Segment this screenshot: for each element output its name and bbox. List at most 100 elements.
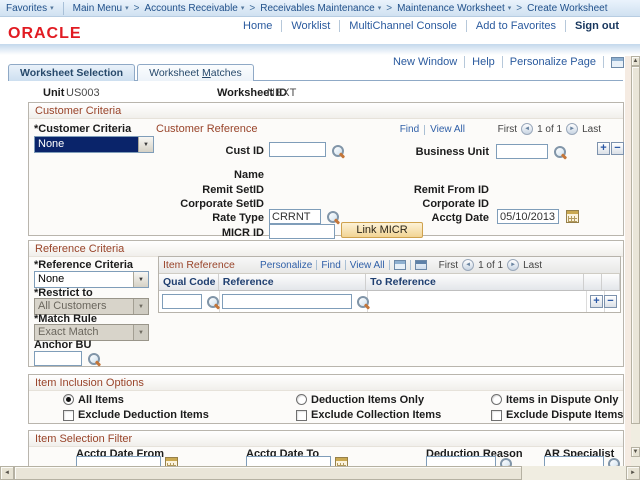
scroll-left-button[interactable]: ◄ (0, 466, 14, 480)
micr-id-input[interactable] (269, 224, 335, 239)
multichannel-console-link[interactable]: MultiChannel Console (340, 20, 467, 32)
tab-label: Worksheet Selection (20, 67, 123, 79)
reference-criteria-label: *Reference Criteria (34, 259, 133, 271)
exclude-dispute-items-label: Exclude Dispute Items (506, 409, 623, 421)
copy-url-icon[interactable] (611, 57, 624, 68)
exclude-deduction-items-checkbox[interactable] (63, 410, 74, 421)
business-unit-input[interactable] (496, 144, 548, 159)
scroll-up-button[interactable]: ▲ (631, 56, 640, 66)
next-row-icon[interactable]: ► (566, 123, 578, 135)
reference-criteria-select[interactable]: None ▼ (34, 271, 149, 288)
help-link[interactable]: Help (465, 56, 503, 68)
view-all-link[interactable]: View All (430, 124, 465, 135)
last-link[interactable]: Last (582, 124, 601, 135)
personalize-page-link[interactable]: Personalize Page (503, 56, 604, 68)
exclude-dispute-items-checkbox[interactable] (491, 410, 502, 421)
worksheet-id-value: NEXT (267, 87, 296, 99)
anchor-bu-input[interactable] (34, 351, 82, 366)
add-row-button[interactable]: + (597, 142, 610, 155)
page-action-bar: New Window Help Personalize Page (386, 56, 624, 68)
horizontal-scrollbar[interactable]: ◄ ► (0, 466, 640, 480)
acctg-date-label: Acctg Date (432, 212, 489, 224)
next-row-icon[interactable]: ► (507, 259, 519, 271)
breadcrumb-main-menu[interactable]: Main Menu ▾ (73, 3, 129, 14)
exclude-collection-items-label: Exclude Collection Items (311, 409, 441, 421)
cust-id-input[interactable] (269, 142, 326, 157)
divider (63, 2, 64, 15)
cust-id-lookup-icon[interactable] (331, 144, 345, 158)
micr-id-label: MICR ID (222, 227, 264, 239)
delete-row-button[interactable]: − (611, 142, 624, 155)
deduction-items-only-radio[interactable] (296, 394, 307, 405)
business-unit-label: Business Unit (416, 146, 489, 158)
reference-criteria-title: Reference Criteria (29, 241, 623, 257)
divider (345, 260, 346, 270)
breadcrumb-label: Create Worksheet (527, 3, 607, 14)
column-header-blank (584, 274, 602, 290)
scroll-right-button[interactable]: ► (626, 466, 640, 480)
find-link[interactable]: Find (400, 124, 419, 135)
breadcrumb-receivables-maintenance[interactable]: Receivables Maintenance ▾ (260, 3, 381, 14)
reference-lookup-icon[interactable] (356, 295, 370, 309)
breadcrumb-accounts-receivable[interactable]: Accounts Receivable ▾ (144, 3, 244, 14)
new-window-link[interactable]: New Window (386, 56, 465, 68)
previous-row-icon[interactable]: ◄ (462, 259, 474, 271)
item-selection-filter-groupbox: Item Selection Filter Acctg Date From Ac… (28, 430, 624, 467)
view-all-link[interactable]: View All (350, 260, 385, 271)
exclude-collection-items-checkbox[interactable] (296, 410, 307, 421)
unit-label: Unit (43, 87, 64, 99)
customer-reference-findbar: Find View All (400, 124, 465, 135)
home-link[interactable]: Home (234, 20, 282, 32)
first-link[interactable]: First (498, 124, 517, 135)
breadcrumb-maintenance-worksheet[interactable]: Maintenance Worksheet ▾ (397, 3, 511, 14)
business-unit-lookup-icon[interactable] (553, 145, 567, 159)
anchor-bu-lookup-icon[interactable] (87, 352, 101, 366)
qual-code-lookup-icon[interactable] (206, 295, 220, 309)
vertical-scroll-thumb[interactable] (631, 66, 640, 424)
exclude-deduction-items-label: Exclude Deduction Items (78, 409, 209, 421)
acctg-date-calendar-icon[interactable] (566, 210, 579, 223)
qual-code-input[interactable] (162, 294, 202, 309)
unit-value: US003 (66, 87, 100, 99)
add-to-favorites-link[interactable]: Add to Favorites (467, 20, 566, 32)
breadcrumb-label: Main Menu (73, 3, 122, 14)
sign-out-link[interactable]: Sign out (566, 20, 628, 32)
rate-type-input[interactable] (269, 209, 321, 224)
acctg-date-input[interactable] (497, 209, 559, 224)
grid-navigation-bar: Item Reference Personalize Find View All… (159, 257, 620, 274)
first-link[interactable]: First (439, 260, 458, 271)
worklist-link[interactable]: Worklist (282, 20, 340, 32)
select-value: Exact Match (35, 325, 133, 340)
last-link[interactable]: Last (523, 260, 542, 271)
select-arrow-icon: ▼ (133, 325, 148, 340)
all-items-radio[interactable] (63, 394, 74, 405)
delete-row-button[interactable]: − (604, 295, 617, 308)
download-grid-icon[interactable] (415, 260, 427, 270)
previous-row-icon[interactable]: ◄ (521, 123, 533, 135)
personalize-link[interactable]: Personalize (260, 260, 312, 271)
breadcrumb-label: Receivables Maintenance (260, 3, 375, 14)
scroll-down-button[interactable]: ▼ (631, 447, 640, 457)
items-in-dispute-only-radio[interactable] (491, 394, 502, 405)
zoom-grid-icon[interactable] (394, 260, 406, 270)
rate-type-lookup-icon[interactable] (326, 210, 340, 224)
grid-column-headers: Qual Code Reference To Reference (159, 274, 620, 291)
horizontal-scroll-thumb[interactable] (14, 466, 522, 480)
customer-criteria-select[interactable]: None ▼ (34, 136, 154, 153)
link-micr-button[interactable]: Link MICR (341, 222, 423, 238)
tab-worksheet-matches[interactable]: Worksheet Matches (137, 64, 254, 81)
tab-worksheet-selection[interactable]: Worksheet Selection (8, 64, 135, 81)
vertical-scrollbar[interactable]: ▲ ▼ (631, 56, 640, 466)
items-in-dispute-only-label: Items in Dispute Only (506, 394, 618, 406)
add-row-button[interactable]: + (590, 295, 603, 308)
find-link[interactable]: Find (321, 260, 340, 271)
remit-from-id-label: Remit From ID (414, 184, 489, 196)
breadcrumb-bar: Favorites ▾ Main Menu ▾ > Accounts Recei… (0, 0, 640, 17)
divider (424, 125, 425, 135)
select-value: None (35, 272, 133, 287)
column-header-to-reference: To Reference (366, 274, 584, 290)
name-label: Name (234, 169, 264, 181)
column-header-reference: Reference (219, 274, 366, 290)
favorites-menu[interactable]: Favorites ▾ (6, 3, 54, 14)
reference-input[interactable] (222, 294, 352, 309)
